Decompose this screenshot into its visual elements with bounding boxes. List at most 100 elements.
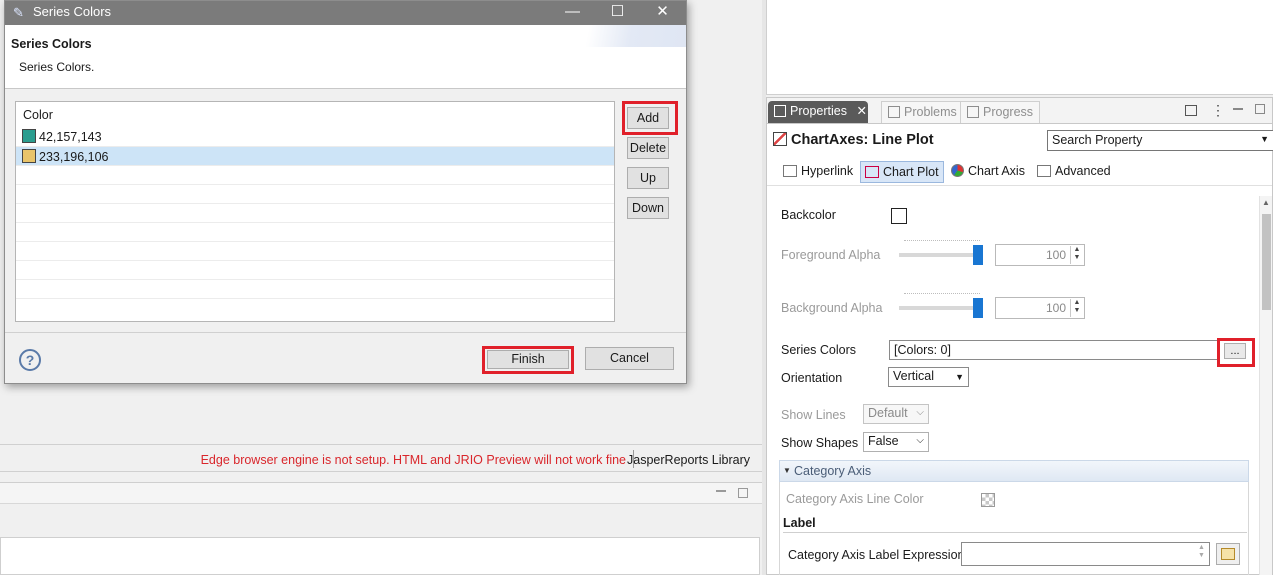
category-axis-label-expression-input[interactable]: ▲ ▼ [961, 542, 1210, 566]
dialog-header: Series Colors Series Colors. [5, 25, 686, 89]
scroll-up-icon[interactable]: ▲ [1262, 198, 1270, 207]
foreground-alpha-spinner[interactable]: 100 ▲ ▼ [995, 244, 1085, 266]
hyperlink-icon [783, 165, 797, 177]
down-button[interactable]: Down [627, 197, 669, 219]
bottom-panel-body [0, 537, 760, 575]
pie-chart-icon [951, 164, 964, 177]
finish-button[interactable]: Finish [487, 350, 569, 369]
close-icon[interactable]: ✕ [856, 104, 866, 118]
property-subtabs: Hyperlink Chart Plot Chart Axis Advanced [767, 158, 1272, 186]
subtab-label: Advanced [1055, 164, 1111, 178]
subtab-advanced[interactable]: Advanced [1033, 161, 1115, 183]
pin-view-icon[interactable] [1185, 105, 1197, 116]
maximize-icon[interactable] [1255, 104, 1265, 114]
series-colors-field[interactable]: [Colors: 0] [889, 340, 1219, 360]
background-alpha-spinner[interactable]: 100 ▲ ▼ [995, 297, 1085, 319]
color-swatch [22, 129, 36, 143]
label-heading: Label [783, 516, 816, 530]
series-colors-edit-button[interactable]: ... [1224, 343, 1246, 359]
category-axis-line-color-label: Category Axis Line Color [786, 492, 924, 506]
color-value: 233,196,106 [39, 150, 109, 164]
properties-title: ChartAxes: Line Plot [773, 132, 934, 148]
slider-ticks [904, 293, 980, 297]
properties-title-text: ChartAxes: Line Plot [791, 132, 934, 148]
scroll-arrows-icon[interactable]: ▲ ▼ [1195, 544, 1208, 564]
search-property-text: Search Property [1052, 133, 1143, 147]
table-row-empty[interactable] [16, 184, 614, 203]
cancel-button[interactable]: Cancel [585, 347, 674, 370]
background-alpha-slider-thumb[interactable] [973, 298, 983, 318]
show-shapes-select[interactable]: False ⌵ [863, 432, 929, 452]
expression-editor-button[interactable] [1216, 543, 1240, 565]
status-bar: Edge browser engine is not setup. HTML a… [0, 444, 762, 472]
orientation-value: Vertical [893, 369, 934, 383]
dialog-title: Series Colors [33, 4, 112, 19]
table-row-empty[interactable] [16, 222, 614, 241]
backcolor-swatch[interactable] [891, 208, 907, 224]
table-icon [1037, 165, 1051, 177]
table-row-empty[interactable] [16, 279, 614, 298]
properties-view: Properties ✕ Problems Progress ⋮ ChartAx… [766, 97, 1273, 575]
foreground-alpha-label: Foreground Alpha [781, 248, 881, 262]
minimize-button[interactable]: — [550, 1, 595, 25]
table-row-empty[interactable] [16, 298, 614, 317]
tab-progress[interactable]: Progress [960, 101, 1041, 123]
up-button[interactable]: Up [627, 167, 669, 189]
dialog-footer: ? [5, 332, 686, 383]
subtab-hyperlink[interactable]: Hyperlink [779, 161, 857, 183]
dialog-titlebar[interactable]: ✎ Series Colors — ☐ ✕ [5, 1, 686, 25]
table-row-empty[interactable] [16, 241, 614, 260]
background-alpha-slider[interactable] [899, 306, 981, 310]
table-row[interactable]: 42,157,143 [16, 127, 614, 146]
minimize-icon[interactable] [1233, 108, 1243, 110]
table-row-selected[interactable]: 233,196,106 [16, 146, 614, 165]
spinner-arrows-icon[interactable]: ▲ ▼ [1070, 246, 1083, 264]
delete-button[interactable]: Delete [627, 137, 669, 159]
minimize-icon[interactable] [716, 489, 726, 492]
right-top-panel [766, 0, 1273, 95]
show-lines-value: Default [868, 406, 908, 420]
status-library[interactable]: JasperReports Library [627, 453, 750, 467]
subtab-chart-plot[interactable]: Chart Plot [860, 161, 944, 183]
slider-ticks [904, 240, 980, 244]
chart-icon [773, 132, 787, 146]
properties-scrollbar[interactable]: ▲ [1259, 196, 1272, 575]
tab-progress-label: Progress [983, 105, 1034, 119]
spinner-arrows-icon[interactable]: ▲ ▼ [1070, 299, 1083, 317]
category-axis-label-expression-label: Category Axis Label Expression [788, 548, 965, 562]
show-lines-select[interactable]: Default ⌵ [863, 404, 929, 424]
chevron-down-icon: ▼ [1260, 134, 1269, 144]
collapse-triangle-icon[interactable]: ▼ [783, 466, 791, 475]
view-tabstrip: Properties ✕ Problems Progress ⋮ [767, 98, 1272, 124]
close-button[interactable]: ✕ [640, 1, 685, 25]
category-axis-section-header[interactable]: ▼ Category Axis [779, 460, 1249, 482]
colors-table[interactable]: Color 42,157,143 233,196,106 [15, 101, 615, 322]
dialog-header-description: Series Colors. [19, 60, 95, 74]
foreground-alpha-slider[interactable] [899, 253, 981, 257]
chevron-down-icon: ⌵ [916, 407, 924, 418]
category-axis-section-body: Category Axis Line Color Label Category … [779, 482, 1249, 575]
table-row-empty[interactable] [16, 260, 614, 279]
background-alpha-value: 100 [1045, 301, 1066, 315]
progress-icon [967, 106, 979, 118]
foreground-alpha-slider-thumb[interactable] [973, 245, 983, 265]
help-icon[interactable]: ? [19, 349, 41, 371]
view-menu-icon[interactable]: ⋮ [1211, 102, 1225, 119]
tab-properties[interactable]: Properties ✕ [768, 101, 868, 123]
orientation-select[interactable]: Vertical ▼ [888, 367, 969, 387]
backcolor-label: Backcolor [781, 208, 836, 222]
subtab-chart-axis[interactable]: Chart Axis [947, 161, 1029, 183]
show-shapes-label: Show Shapes [781, 436, 859, 450]
maximize-button[interactable]: ☐ [595, 1, 640, 25]
column-header-color[interactable]: Color [23, 108, 53, 122]
table-row-empty[interactable] [16, 203, 614, 222]
subtab-label: Chart Plot [883, 165, 939, 179]
table-row-empty[interactable] [16, 165, 614, 184]
tab-problems[interactable]: Problems [881, 101, 964, 123]
scrollbar-thumb[interactable] [1262, 214, 1271, 310]
maximize-icon[interactable] [738, 488, 748, 498]
transparent-color-swatch[interactable] [981, 493, 995, 507]
add-button[interactable]: Add [627, 107, 669, 129]
search-property-combo[interactable]: Search Property ▼ [1047, 130, 1273, 151]
status-error-message: Edge browser engine is not setup. HTML a… [200, 453, 626, 467]
